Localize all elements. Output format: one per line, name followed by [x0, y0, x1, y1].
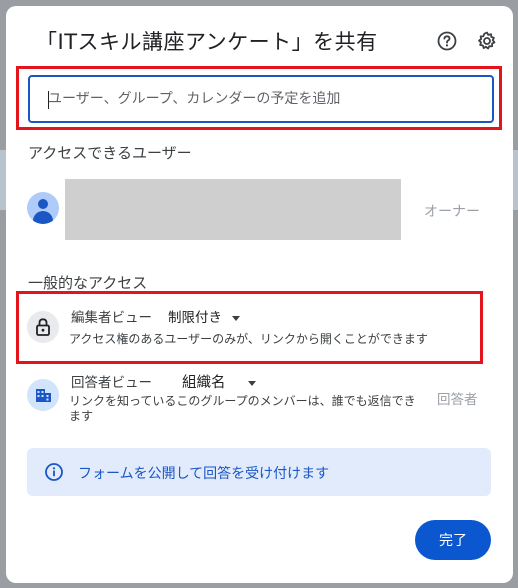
redacted-owner-info [65, 179, 401, 240]
lock-icon [27, 311, 59, 343]
responder-view-description-line1: リンクを知っているこのグループのメンバーは、誰でも返信でき [69, 394, 416, 408]
general-access-label: 一般的なアクセス [28, 274, 148, 292]
responder-view-label: 回答者ビュー [71, 375, 152, 391]
dropdown-arrow-icon [247, 380, 256, 386]
add-people-input[interactable] [28, 75, 494, 123]
editor-view-label: 編集者ビュー [71, 310, 152, 326]
dialog-title: 「ITスキル講座アンケート」を共有 [36, 30, 378, 54]
text-cursor [48, 91, 49, 109]
highlight-box-editor-view [16, 291, 483, 364]
publish-info-banner: フォームを公開して回答を受け付けます [27, 448, 491, 496]
share-dialog: 「ITスキル講座アンケート」を共有 アクセスできるユーザー オーナー 一般的なア… [6, 6, 513, 583]
organization-icon [27, 379, 59, 411]
responder-access-dropdown[interactable]: 組織名 [182, 371, 256, 392]
responder-role-label: 回答者 [437, 392, 478, 408]
editor-access-value: 制限付き [168, 310, 222, 326]
publish-banner-text: フォームを公開して回答を受け付けます [78, 466, 330, 482]
gear-icon[interactable] [476, 30, 498, 52]
info-icon [44, 462, 64, 482]
users-section-label: アクセスできるユーザー [28, 144, 192, 162]
dropdown-arrow-icon [232, 315, 240, 321]
responder-view-description-line2: ます [69, 409, 94, 423]
owner-role-label: オーナー [424, 204, 480, 220]
responder-access-value: 組織名 [182, 375, 226, 391]
person-icon [27, 192, 59, 224]
done-button[interactable]: 完了 [415, 520, 491, 560]
editor-view-description: アクセス権のあるユーザーのみが、リンクから開くことができます [69, 332, 428, 346]
help-icon[interactable] [436, 30, 458, 52]
editor-access-dropdown[interactable]: 制限付き [168, 306, 240, 326]
